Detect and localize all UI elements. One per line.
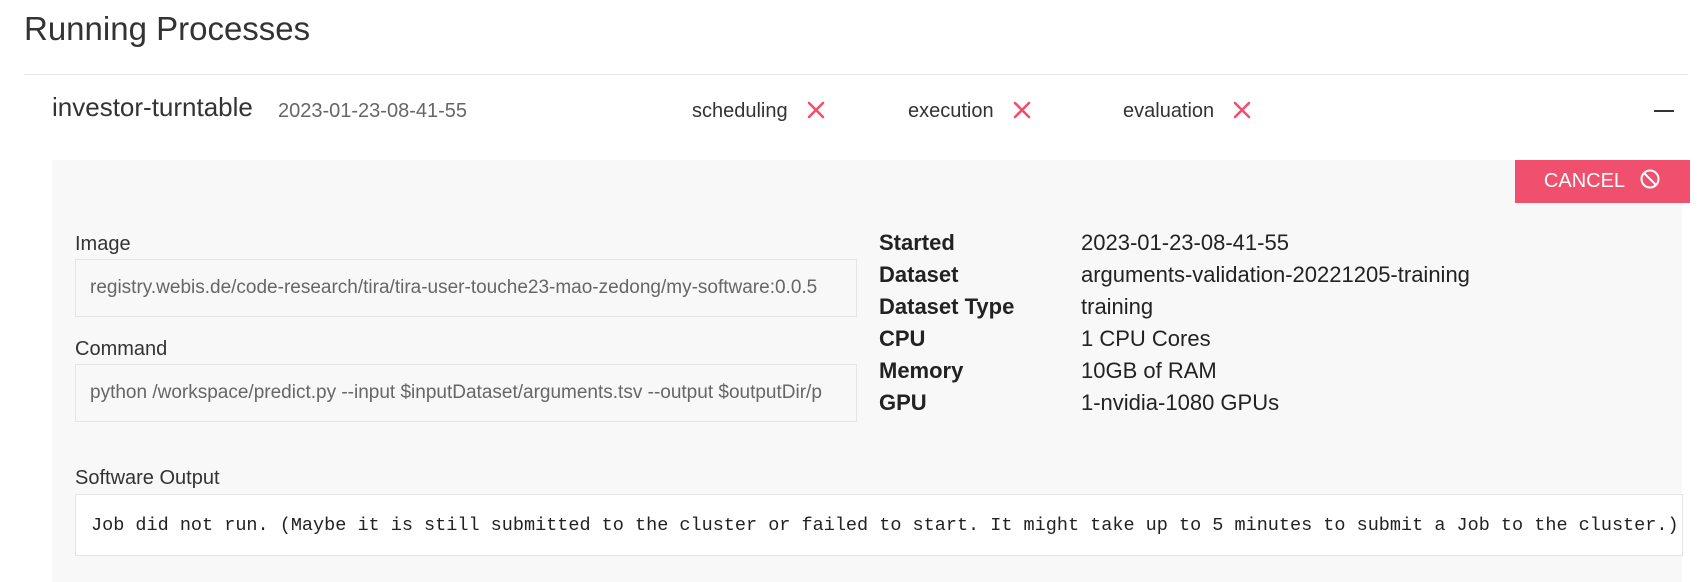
process-header[interactable]: investor-turntable 2023-01-23-08-41-55 s…	[52, 92, 1674, 134]
detail-key-gpu: GPU	[879, 390, 927, 415]
minus-icon[interactable]	[1654, 110, 1674, 112]
software-output: Job did not run. (Maybe it is still subm…	[75, 494, 1683, 556]
x-icon	[806, 100, 826, 120]
image-label: Image	[75, 233, 131, 255]
detail-key-cpu: CPU	[879, 326, 926, 351]
software-output-label: Software Output	[75, 467, 220, 489]
cancel-label: CANCEL	[1543, 170, 1626, 192]
stage-execution: execution	[908, 100, 1032, 123]
detail-key-started: Started	[879, 230, 955, 255]
page-title: Running Processes	[24, 10, 311, 47]
command-field[interactable]	[75, 364, 857, 422]
ban-icon	[1639, 168, 1661, 196]
x-icon	[1012, 100, 1032, 120]
detail-value-gpu: 1-nvidia-1080 GPUs	[1081, 390, 1280, 415]
process-name: investor-turntable	[52, 92, 253, 122]
detail-value-cpu: 1 CPU Cores	[1081, 326, 1211, 351]
details-list: Started 2023-01-23-08-41-55 Dataset argu…	[879, 228, 1470, 418]
stage-evaluation: evaluation	[1123, 100, 1252, 123]
divider	[24, 74, 1688, 75]
command-label: Command	[75, 338, 168, 360]
cancel-button[interactable]: CANCEL	[1515, 160, 1690, 203]
stage-scheduling: scheduling	[692, 100, 826, 123]
process-timestamp: 2023-01-23-08-41-55	[278, 100, 468, 122]
detail-key-memory: Memory	[879, 358, 964, 383]
process-details-panel: CANCEL Image Command Started 2023-01-23-…	[52, 160, 1690, 582]
image-field[interactable]	[75, 259, 857, 317]
detail-key-dataset: Dataset	[879, 262, 959, 287]
detail-value-started: 2023-01-23-08-41-55	[1081, 230, 1289, 255]
x-icon	[1232, 100, 1252, 120]
detail-value-memory: 10GB of RAM	[1081, 358, 1217, 383]
stage-label: execution	[908, 100, 994, 122]
stage-label: evaluation	[1123, 100, 1215, 122]
detail-value-dataset-type: training	[1081, 294, 1154, 319]
detail-key-dataset-type: Dataset Type	[879, 294, 1015, 319]
stage-label: scheduling	[692, 100, 788, 122]
detail-value-dataset: arguments-validation-20221205-training	[1081, 262, 1470, 287]
